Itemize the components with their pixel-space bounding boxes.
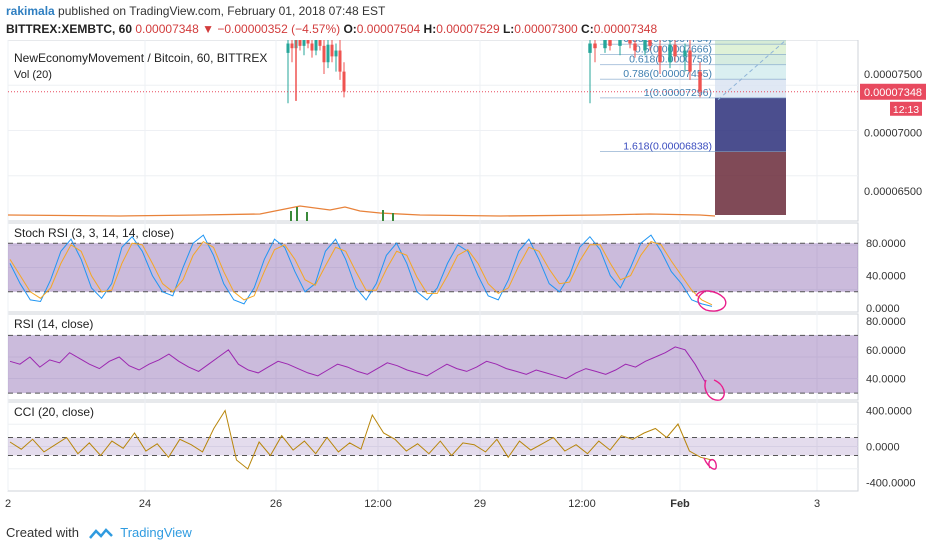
- high-value: 0.00007529: [436, 22, 500, 36]
- ohlc-line: BITTREX:XEMBTC, 60 0.00007348 ▼ −0.00000…: [6, 22, 657, 36]
- oscillator-y-tick: 0.0000: [866, 303, 900, 315]
- oscillator-y-tick: 400.0000: [866, 406, 912, 418]
- fib-zone: [715, 40, 786, 45]
- tradingview-link[interactable]: TradingView: [120, 525, 192, 540]
- last-price: 0.00007348: [135, 22, 199, 36]
- chart-canvas[interactable]: 0.236(0.0000779)0.382(0.00007754)0.5(0.0…: [0, 40, 932, 518]
- candle-body: [618, 40, 622, 46]
- close-value: 0.00007348: [593, 22, 658, 36]
- fib-zone: [715, 54, 786, 65]
- candle-body: [688, 50, 692, 72]
- candle-body: [334, 50, 338, 57]
- fib-level-label: 1.618(0.00006838): [623, 141, 712, 153]
- fib-zone: [715, 97, 786, 152]
- x-axis-tick: 12:00: [568, 498, 596, 510]
- candle-body: [326, 44, 330, 63]
- volume-bar: [306, 212, 308, 221]
- fib-zone: [715, 64, 786, 80]
- oscillator-y-tick: 0.0000: [866, 442, 900, 454]
- candle-body: [298, 40, 302, 46]
- price-pane-title: NewEconomyMovement / Bitcoin, 60, BITTRE…: [14, 51, 267, 65]
- oscillator-y-tick: 80.0000: [866, 238, 906, 250]
- countdown-tag: 12:13: [893, 104, 919, 116]
- author-name[interactable]: rakimala: [6, 4, 55, 18]
- candle-body: [603, 40, 607, 49]
- oscillator-title: CCI (20, close): [14, 405, 94, 419]
- volume-label: Vol (20): [14, 69, 52, 81]
- down-arrow-icon: ▼: [202, 22, 214, 36]
- candle-body: [668, 44, 672, 63]
- candle-body: [302, 40, 306, 46]
- volume-bar: [382, 210, 384, 221]
- candle-body: [673, 44, 677, 57]
- candle-body: [643, 40, 647, 51]
- price-y-tick: 0.00007000: [864, 128, 922, 140]
- candle-body: [608, 40, 612, 46]
- x-axis-tick: 24: [139, 498, 151, 510]
- low-label: L:: [502, 22, 515, 36]
- candle-body: [310, 43, 314, 51]
- candle-body: [338, 50, 342, 72]
- candle-body: [628, 40, 632, 44]
- created-with-text: Created with: [6, 525, 79, 540]
- oscillator-title: Stoch RSI (3, 3, 14, 14, close): [14, 226, 174, 240]
- fib-zone: [715, 151, 786, 215]
- candle-body: [683, 50, 687, 57]
- candle-body: [588, 43, 592, 53]
- x-axis-tick: 26: [270, 498, 282, 510]
- close-label: C:: [581, 22, 594, 36]
- candle-body: [286, 43, 290, 53]
- candle-body: [593, 43, 597, 49]
- fib-level-label: 1(0.00007296): [644, 87, 712, 99]
- price-change: −0.00000352 (−4.57%): [217, 22, 341, 36]
- high-label: H:: [423, 22, 437, 36]
- fib-zone: [715, 44, 786, 55]
- x-axis-tick: 29: [474, 498, 486, 510]
- x-axis-tick: 3: [814, 498, 820, 510]
- fib-zone: [715, 79, 786, 98]
- price-y-tick: 0.00006500: [864, 186, 922, 198]
- published-text: published on TradingView.com, February 0…: [58, 4, 386, 18]
- open-label: O:: [343, 22, 357, 36]
- last-price-tag: 0.00007348: [864, 87, 922, 99]
- oscillator-title: RSI (14, close): [14, 317, 93, 331]
- candle-body: [318, 40, 322, 46]
- publish-line: rakimala published on TradingView.com, F…: [6, 4, 385, 18]
- oscillator-y-tick: 60.0000: [866, 345, 906, 357]
- candle-body: [698, 71, 702, 92]
- oscillator-y-tick: -400.0000: [866, 478, 916, 490]
- candle-body: [322, 45, 326, 63]
- volume-bar: [392, 213, 394, 221]
- symbol-label: BITTREX:XEMBTC, 60: [6, 22, 133, 36]
- candle-body: [330, 44, 334, 57]
- oscillator-band: [8, 335, 858, 394]
- x-axis-tick: 2: [5, 498, 11, 510]
- oscillator-y-tick: 40.0000: [866, 374, 906, 386]
- x-axis-tick: 12:00: [364, 498, 392, 510]
- candle-body: [306, 40, 310, 44]
- tradingview-logo-icon: [88, 527, 113, 539]
- candle-body: [290, 43, 294, 49]
- price-y-tick: 0.00007500: [864, 69, 922, 81]
- oscillator-y-tick: 40.0000: [866, 271, 906, 283]
- candle-body: [658, 45, 662, 63]
- oscillator-band: [8, 437, 858, 456]
- low-value: 0.00007300: [514, 22, 578, 36]
- volume-bar: [290, 211, 292, 221]
- open-value: 0.00007504: [356, 22, 421, 36]
- footer: Created with TradingView: [6, 525, 192, 541]
- candle-body: [648, 40, 652, 46]
- candle-body: [314, 40, 318, 51]
- x-axis-tick: Feb: [670, 498, 690, 510]
- candle-body: [342, 71, 346, 92]
- volume-bar: [296, 207, 298, 221]
- oscillator-band: [8, 243, 858, 292]
- oscillator-y-tick: 80.0000: [866, 316, 906, 328]
- candle-body: [633, 43, 637, 51]
